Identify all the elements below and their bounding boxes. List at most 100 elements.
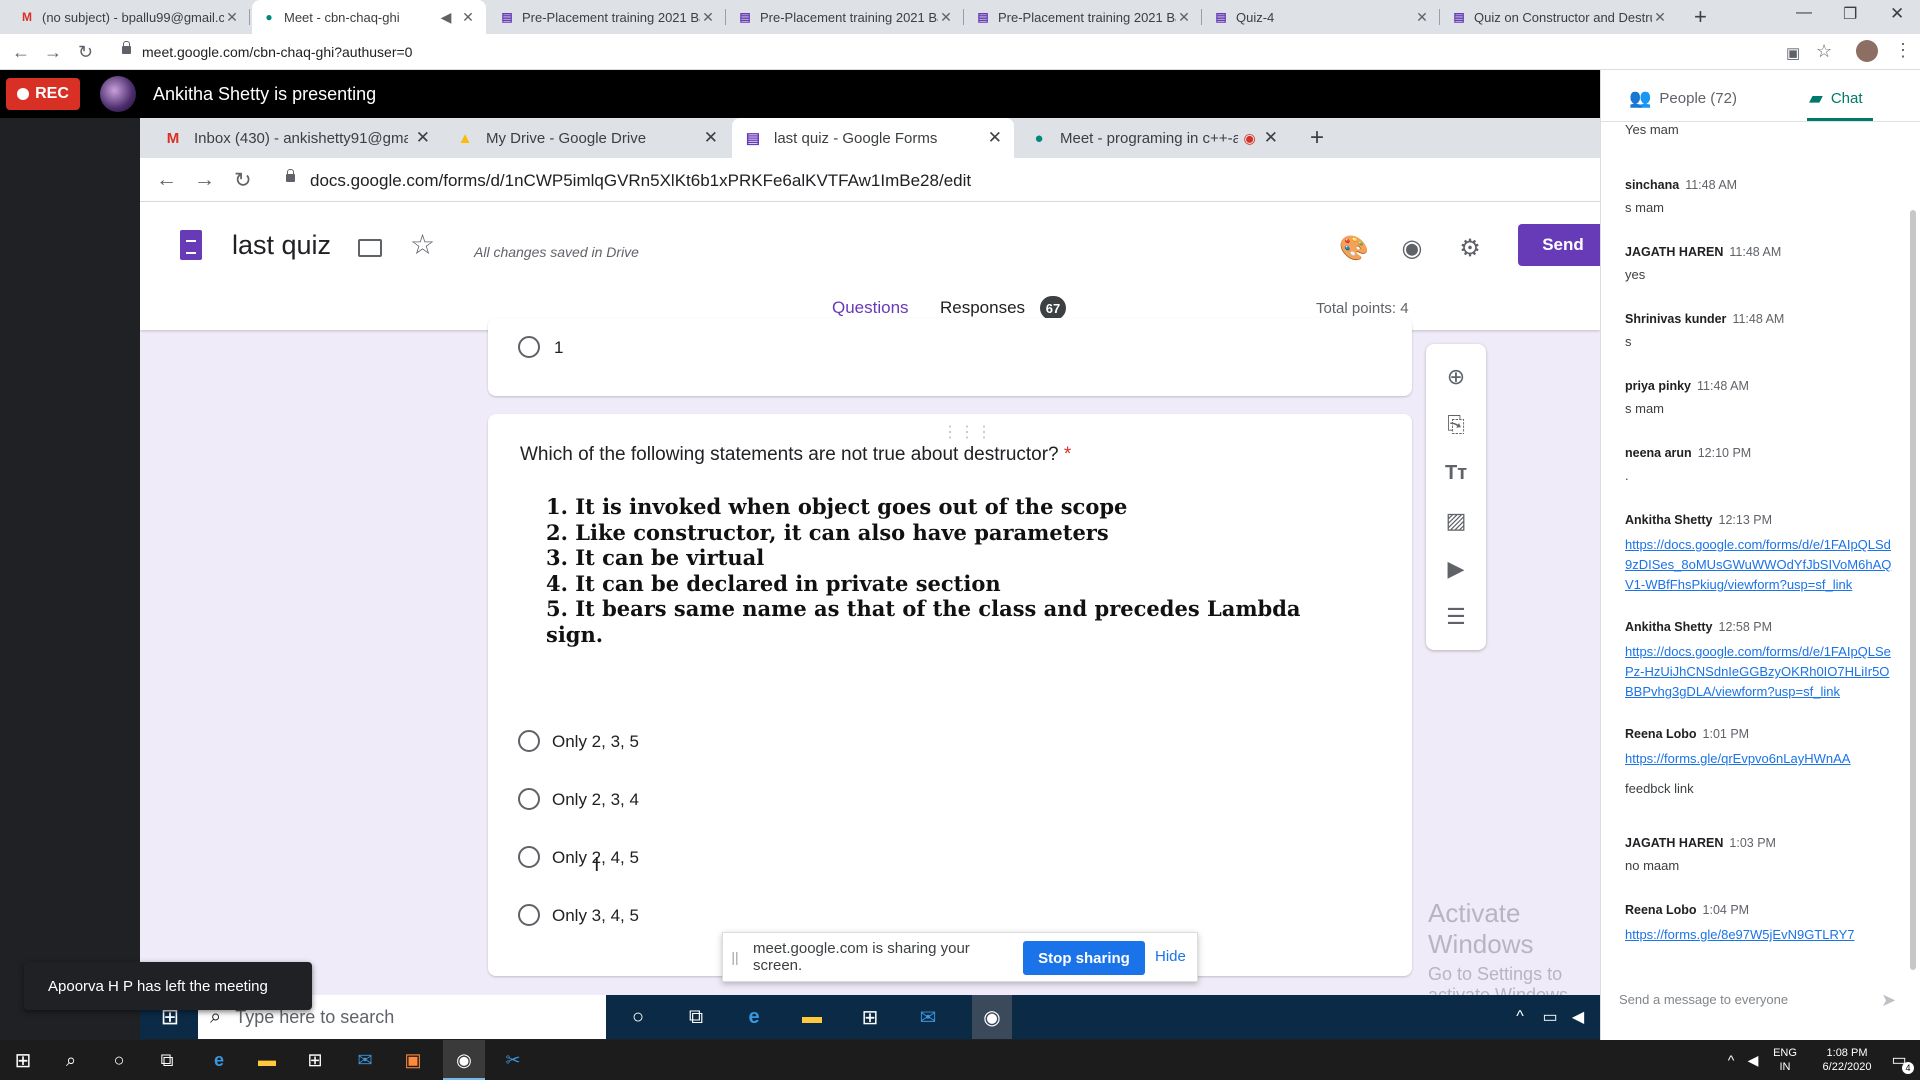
tray-chevron-icon[interactable]: ^ <box>1506 1003 1534 1031</box>
close-tab-icon[interactable]: ✕ <box>700 9 716 26</box>
form-title[interactable]: last quiz <box>232 230 331 261</box>
add-title-icon[interactable]: Tт <box>1443 460 1469 486</box>
cortana-icon[interactable]: ○ <box>624 1003 652 1031</box>
close-window-icon[interactable]: ✕ <box>1890 4 1904 24</box>
settings-gear-icon[interactable]: ⚙ <box>1456 234 1484 262</box>
drag-grip-icon[interactable]: || <box>723 949 747 965</box>
shared-tab[interactable]: ● Meet - programing in c++-a ◉ ✕ <box>1018 118 1290 158</box>
browser-tab-active[interactable]: ● Meet - cbn-chaq-ghi ◀ ✕ <box>252 0 486 34</box>
back-icon[interactable]: ← <box>12 42 30 63</box>
question-title[interactable]: Which of the following statements are no… <box>520 444 1071 466</box>
preview-eye-icon[interactable]: ◉ <box>1398 234 1426 262</box>
hide-banner-button[interactable]: Hide <box>1155 948 1186 965</box>
edge-icon[interactable]: e <box>206 1048 232 1072</box>
file-explorer-icon[interactable]: ▬ <box>798 1003 826 1031</box>
menu-icon[interactable]: ⋮ <box>1894 40 1912 61</box>
chrome-icon[interactable]: ◉ <box>972 995 1012 1039</box>
edge-icon[interactable]: e <box>740 1003 768 1031</box>
add-image-icon[interactable]: ▨ <box>1443 508 1469 534</box>
close-tab-icon[interactable]: ✕ <box>988 128 1002 148</box>
back-icon[interactable]: ← <box>156 168 177 192</box>
new-tab-icon[interactable]: + <box>1310 124 1324 152</box>
close-tab-icon[interactable]: ✕ <box>1176 9 1192 26</box>
browser-tab[interactable]: ▤ Pre-Placement training 2021 Batc ✕ <box>966 0 1202 34</box>
tab-responses[interactable]: Responses <box>940 298 1025 318</box>
chat-link[interactable]: https://docs.google.com/forms/d/e/1FAIpQ… <box>1625 535 1895 595</box>
windows-start-icon[interactable]: ⊞ <box>10 1048 36 1072</box>
camera-blocked-icon[interactable]: ▣ <box>1786 44 1800 62</box>
task-view-icon[interactable]: ⧉ <box>154 1048 180 1072</box>
add-question-icon[interactable]: ⊕ <box>1443 364 1469 390</box>
browser-tab[interactable]: ▤ Quiz on Constructor and Destruc ✕ <box>1442 0 1678 34</box>
minimize-icon[interactable]: — <box>1796 4 1812 22</box>
chat-message-input[interactable]: Send a message to everyone <box>1619 992 1849 1007</box>
file-explorer-icon[interactable]: ▬ <box>254 1048 280 1072</box>
close-tab-icon[interactable]: ✕ <box>416 128 430 148</box>
shared-url-field[interactable]: docs.google.com/forms/d/1nCWP5imlqGVRn5X… <box>310 171 971 191</box>
send-button[interactable]: Send <box>1518 224 1600 266</box>
mail-icon[interactable]: ✉ <box>914 1003 942 1031</box>
store-icon[interactable]: ⊞ <box>302 1048 328 1072</box>
chat-link[interactable]: https://forms.gle/8e97W5jEvN9GTLRY7 <box>1625 925 1895 945</box>
stop-sharing-button[interactable]: Stop sharing <box>1023 941 1145 975</box>
forward-icon[interactable]: → <box>194 168 215 192</box>
import-questions-icon[interactable]: ⎘ <box>1443 412 1469 438</box>
reload-icon[interactable]: ↻ <box>78 42 93 63</box>
browser-tab[interactable]: ▤ Pre-Placement training 2021 Batc ✕ <box>728 0 964 34</box>
snipping-tool-icon[interactable]: ✂ <box>500 1048 526 1072</box>
question-card[interactable]: ⋮⋮⋮ Which of the following statements ar… <box>488 414 1412 976</box>
radio-button[interactable] <box>518 904 540 926</box>
task-view-icon[interactable]: ⧉ <box>682 1003 710 1031</box>
maximize-icon[interactable]: ❐ <box>1843 4 1857 24</box>
palette-icon[interactable]: 🎨 <box>1339 234 1369 262</box>
bookmark-star-icon[interactable]: ☆ <box>1816 41 1832 62</box>
language-indicator[interactable]: ENG IN <box>1770 1046 1800 1074</box>
shared-tab[interactable]: ▲ My Drive - Google Drive ✕ <box>444 118 730 158</box>
new-tab-icon[interactable]: + <box>1694 4 1707 30</box>
radio-button[interactable] <box>518 730 540 752</box>
add-section-icon[interactable]: ☰ <box>1443 604 1469 630</box>
send-message-icon[interactable]: ➤ <box>1881 990 1896 1011</box>
tab-questions[interactable]: Questions <box>832 298 909 318</box>
close-tab-icon[interactable]: ✕ <box>1414 9 1430 26</box>
browser-tab[interactable]: M (no subject) - bpallu99@gmail.co ✕ <box>10 0 250 34</box>
option-label[interactable]: Only 3, 4, 5 <box>552 906 639 926</box>
cortana-icon[interactable]: ○ <box>106 1048 132 1072</box>
mail-icon[interactable]: ✉ <box>352 1048 378 1072</box>
drag-handle-icon[interactable]: ⋮⋮⋮ <box>942 422 993 442</box>
shared-tab-active[interactable]: ▤ last quiz - Google Forms ✕ <box>732 118 1014 158</box>
close-tab-icon[interactable]: ✕ <box>1264 128 1278 148</box>
chrome-icon[interactable]: ◉ <box>451 1048 477 1072</box>
radio-button[interactable] <box>518 846 540 868</box>
close-tab-icon[interactable]: ✕ <box>460 9 476 26</box>
speaker-icon[interactable]: ◀ <box>438 9 454 26</box>
xampp-icon[interactable]: ▣ <box>400 1048 426 1072</box>
radio-button[interactable] <box>518 788 540 810</box>
network-icon[interactable]: ▭ <box>1536 1003 1564 1031</box>
forward-icon[interactable]: → <box>44 42 62 63</box>
close-tab-icon[interactable]: ✕ <box>224 9 240 26</box>
close-tab-icon[interactable]: ✕ <box>1652 9 1668 26</box>
option-label[interactable]: Only 2, 3, 4 <box>552 790 639 810</box>
store-icon[interactable]: ⊞ <box>856 1003 884 1031</box>
option-label[interactable]: Only 2, 3, 5 <box>552 732 639 752</box>
tab-people[interactable]: 👥 People (72) <box>1629 88 1737 109</box>
tab-chat[interactable]: ▰ Chat <box>1809 88 1863 109</box>
chat-link[interactable]: https://docs.google.com/forms/d/e/1FAIpQ… <box>1625 642 1895 702</box>
radio-button[interactable] <box>518 336 540 358</box>
browser-tab[interactable]: ▤ Pre-Placement training 2021 Batc ✕ <box>490 0 726 34</box>
folder-icon[interactable] <box>358 239 382 257</box>
shared-tab[interactable]: M Inbox (430) - ankishetty91@gma ✕ <box>152 118 442 158</box>
url-field[interactable]: meet.google.com/cbn-chaq-ghi?authuser=0 <box>142 44 412 60</box>
reload-icon[interactable]: ↻ <box>234 168 252 193</box>
chat-link[interactable]: https://forms.gle/qrEvpvo6nLayHWnAA <box>1625 749 1895 769</box>
star-icon[interactable]: ☆ <box>410 228 435 261</box>
add-video-icon[interactable]: ▶ <box>1443 556 1469 582</box>
clock[interactable]: 1:08 PM 6/22/2020 <box>1812 1046 1882 1074</box>
search-icon[interactable]: ⌕ <box>58 1048 84 1072</box>
forms-logo-icon[interactable] <box>180 230 202 260</box>
browser-tab[interactable]: ▤ Quiz-4 ✕ <box>1204 0 1440 34</box>
close-tab-icon[interactable]: ✕ <box>938 9 954 26</box>
volume-icon[interactable]: ◀ <box>1740 1048 1766 1072</box>
profile-avatar[interactable] <box>1856 40 1878 62</box>
